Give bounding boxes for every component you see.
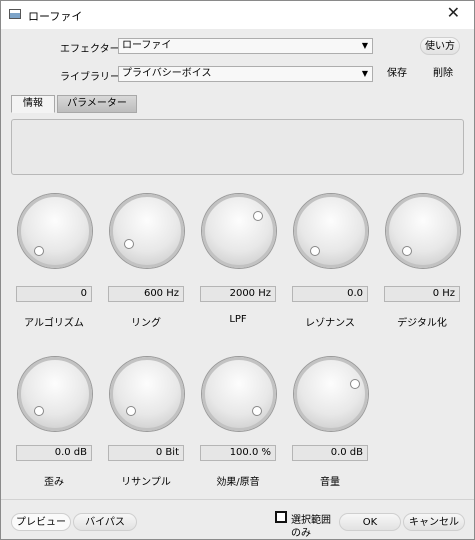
ok-button[interactable]: OK	[339, 513, 401, 531]
distortion-label: 歪み	[44, 477, 64, 488]
chevron-down-icon: ▼	[361, 41, 369, 50]
algorithm-value[interactable]: 0	[16, 286, 92, 302]
library-value: プライバシーボイス	[122, 68, 212, 79]
resample-knob[interactable]	[110, 357, 184, 431]
effector-label: エフェクター	[60, 44, 120, 55]
close-icon[interactable]: ✕	[447, 5, 460, 21]
effector-value: ローファイ	[122, 40, 172, 51]
chevron-down-icon: ▼	[361, 69, 369, 78]
dialog-body: エフェクター ローファイ ▼ 使い方 ライブラリー プライバシーボイス ▼ 保存…	[1, 29, 474, 539]
lpf-value[interactable]: 2000 Hz	[200, 286, 276, 302]
footer-divider	[1, 499, 474, 500]
selection-only-label-line2: のみ	[291, 528, 311, 539]
tab-parameters[interactable]: パラメーター	[57, 95, 137, 113]
delete-button[interactable]: 削除	[428, 65, 458, 83]
resample-value[interactable]: 0 Bit	[108, 445, 184, 461]
preview-button[interactable]: プレビュー	[11, 513, 71, 531]
ring-value[interactable]: 600 Hz	[108, 286, 184, 302]
effect-dry-knob[interactable]	[202, 357, 276, 431]
library-label: ライブラリー	[60, 72, 120, 83]
effect-dry-label: 効果/原音	[216, 477, 260, 488]
resonance-label: レゾナンス	[305, 318, 355, 329]
volume-value[interactable]: 0.0 dB	[292, 445, 368, 461]
lpf-knob[interactable]	[202, 194, 276, 268]
save-button[interactable]: 保存	[382, 65, 412, 83]
algorithm-knob[interactable]	[18, 194, 92, 268]
digitize-label: デジタル化	[397, 318, 447, 329]
resample-label: リサンプル	[121, 477, 171, 488]
ring-knob[interactable]	[110, 194, 184, 268]
bypass-button[interactable]: バイパス	[73, 513, 137, 531]
effect-dialog: ローファイ ✕ エフェクター ローファイ ▼ 使い方 ライブラリー プライバシー…	[0, 0, 475, 540]
selection-only-checkbox[interactable]	[275, 511, 287, 523]
algorithm-label: アルゴリズム	[24, 318, 84, 329]
digitize-value[interactable]: 0 Hz	[384, 286, 460, 302]
resonance-value[interactable]: 0.0	[292, 286, 368, 302]
digitize-knob[interactable]	[386, 194, 460, 268]
effector-select[interactable]: ローファイ ▼	[118, 38, 373, 54]
ring-label: リング	[131, 318, 161, 329]
app-icon	[9, 9, 21, 19]
effect-dry-value[interactable]: 100.0 %	[200, 445, 276, 461]
lpf-label: LPF	[229, 314, 247, 325]
library-select[interactable]: プライバシーボイス ▼	[118, 66, 373, 82]
description-box	[11, 119, 464, 175]
title-bar: ローファイ ✕	[1, 1, 474, 29]
volume-label: 音量	[320, 477, 340, 488]
usage-button[interactable]: 使い方	[420, 37, 460, 55]
cancel-button[interactable]: キャンセル	[403, 513, 465, 531]
distortion-value[interactable]: 0.0 dB	[16, 445, 92, 461]
resonance-knob[interactable]	[294, 194, 368, 268]
tab-info[interactable]: 情報	[11, 95, 55, 113]
window-title: ローファイ	[28, 10, 83, 23]
distortion-knob[interactable]	[18, 357, 92, 431]
volume-knob[interactable]	[294, 357, 368, 431]
